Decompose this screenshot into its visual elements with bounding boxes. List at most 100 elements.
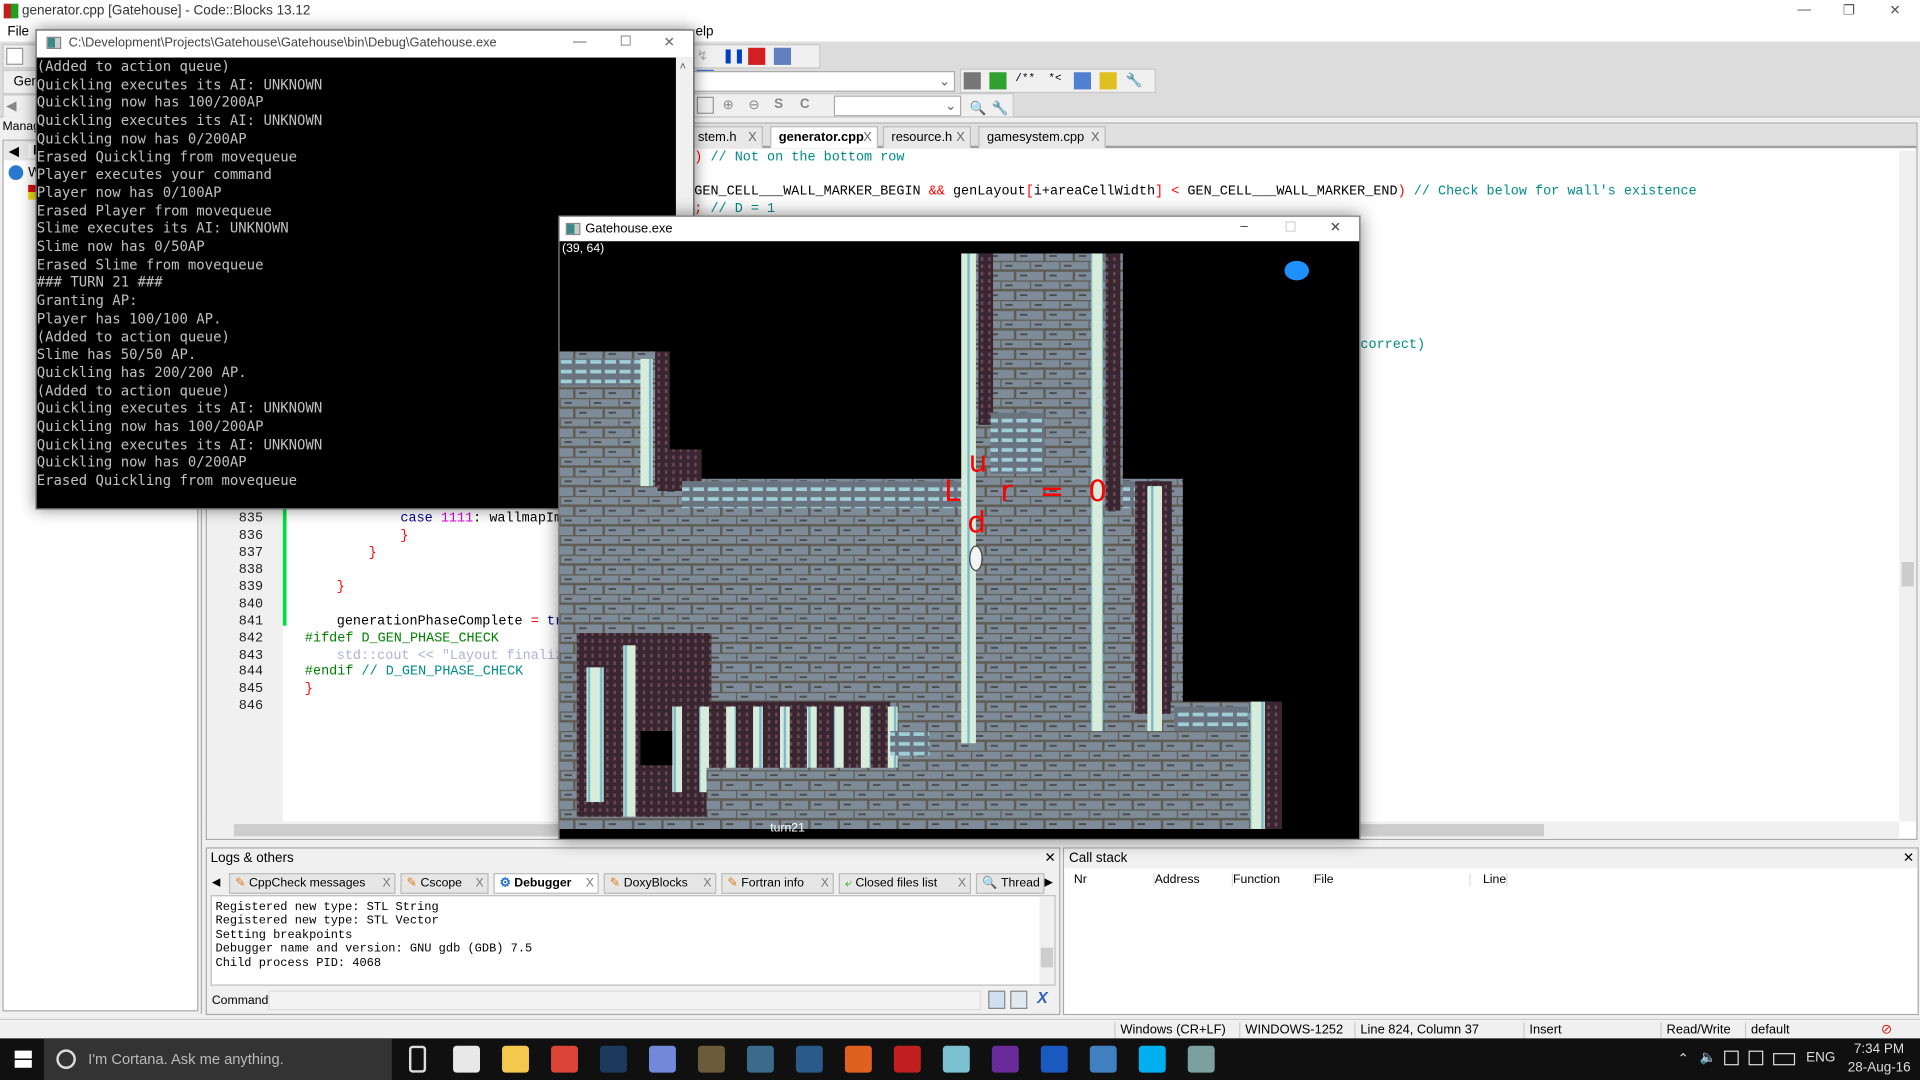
scroll-thumb[interactable] (1901, 562, 1914, 587)
keyboard-icon[interactable] (1773, 1053, 1796, 1066)
game-canvas[interactable] (559, 241, 1360, 841)
fit-icon[interactable] (696, 96, 714, 114)
column-header-address[interactable]: Address (1155, 873, 1234, 887)
malwarebytes-icon[interactable] (1040, 1045, 1068, 1073)
doxyblocks-icon[interactable] (963, 72, 981, 90)
show-hidden-icons[interactable]: ⌃ (1678, 1051, 1689, 1067)
run-doxywizard-icon[interactable] (989, 72, 1007, 90)
cortana-search[interactable]: I'm Cortana. Ask me anything. (44, 1038, 392, 1080)
load-script-icon[interactable] (1010, 990, 1028, 1009)
codeblocks-icon[interactable] (893, 1045, 921, 1073)
close-tab-icon[interactable]: X (958, 877, 966, 890)
console-maximize-button[interactable]: ☐ (620, 33, 632, 49)
tab-gamesystem-cpp[interactable]: gamesystem.cpp X (978, 126, 1106, 149)
logs-tab-cppcheck-messages[interactable]: ✎ CppCheck messages X (228, 873, 396, 894)
ide-title-bar[interactable]: generator.cpp [Gatehouse] - Code::Blocks… (0, 0, 1920, 23)
skype-icon[interactable] (1138, 1045, 1166, 1073)
column-header-nr[interactable]: Nr (1074, 873, 1155, 887)
game-title-bar[interactable]: Gatehouse.exe – ☐ ✕ (559, 216, 1360, 242)
game-close-button[interactable]: ✕ (1330, 219, 1341, 235)
discord-icon[interactable] (648, 1045, 676, 1073)
tabs-scroll-left[interactable]: ◀ (212, 876, 220, 889)
step-icon[interactable]: ↯ (697, 48, 714, 65)
logs-tab-fortran-info[interactable]: ✎ Fortran info X (721, 873, 834, 894)
visual-studio-icon[interactable] (795, 1045, 823, 1073)
volume-icon[interactable]: 🔈 (1700, 1049, 1717, 1066)
fire-app-icon[interactable] (844, 1045, 872, 1073)
clock-date[interactable]: 28-Aug-16 (1848, 1060, 1911, 1075)
minimize-button[interactable]: — (1798, 2, 1811, 17)
scroll-up-icon[interactable]: ˄ (680, 60, 686, 72)
logs-tab-debugger[interactable]: ⚙ Debugger X (493, 873, 599, 894)
send-command-icon[interactable] (988, 990, 1006, 1009)
back-arrow-icon[interactable]: ◀ (6, 98, 23, 115)
action-center-icon[interactable] (1748, 1050, 1764, 1066)
game-minimize-button[interactable]: – (1240, 219, 1248, 234)
wrench-icon[interactable]: 🔧 (1126, 72, 1143, 89)
vertical-scrollbar[interactable] (1899, 150, 1917, 822)
computer-icon[interactable] (1089, 1045, 1117, 1073)
wrench-red-icon[interactable]: 🔧 (992, 100, 1009, 117)
line-comment-icon[interactable]: *< (1048, 72, 1065, 89)
close-tab-icon[interactable]: X (821, 877, 829, 890)
task-view-icon[interactable] (408, 1045, 427, 1073)
close-tab-icon[interactable]: X (476, 877, 484, 890)
close-tab-icon[interactable]: X (863, 130, 872, 145)
language-indicator[interactable]: ENG (1806, 1051, 1835, 1066)
notepad-icon[interactable] (942, 1045, 970, 1073)
start-button[interactable] (14, 1050, 32, 1068)
block-comment-icon[interactable]: /** (1015, 72, 1039, 89)
pause-icon[interactable]: ❚❚ (723, 48, 746, 65)
close-tab-icon[interactable]: X (1091, 130, 1100, 145)
console-close-button[interactable]: ✕ (664, 34, 675, 51)
find-icon[interactable]: 🔍 (970, 100, 987, 117)
logs-tab-cscope[interactable]: ✎ Cscope X (400, 873, 489, 894)
zoom-out-icon[interactable]: ⊖ (748, 97, 765, 114)
menu-file[interactable]: File (7, 24, 29, 39)
chrome-icon[interactable] (551, 1045, 578, 1073)
tab-stem-h[interactable]: stem.h X (689, 126, 763, 149)
clear-command-icon[interactable]: X (1037, 988, 1048, 1006)
game-maximize-button[interactable]: ☐ (1284, 219, 1296, 235)
game-shield-icon[interactable] (697, 1045, 725, 1073)
calculator-icon[interactable] (453, 1045, 481, 1073)
help-icon[interactable] (1099, 72, 1118, 90)
column-header-line[interactable]: Line (1471, 873, 1508, 887)
zoom-in-icon[interactable]: ⊕ (723, 97, 740, 114)
purple-app-icon[interactable] (991, 1045, 1019, 1073)
steam-icon[interactable] (600, 1045, 627, 1073)
log-scroll-thumb[interactable] (1040, 947, 1054, 968)
column-header-file[interactable]: File (1314, 873, 1471, 887)
close-tab-icon[interactable]: X (748, 130, 757, 145)
s-icon[interactable]: S (774, 97, 791, 114)
close-tab-icon[interactable]: X (382, 877, 390, 890)
logs-tab-thread-s[interactable]: 🔍 Thread s (975, 873, 1045, 894)
app-blue-head-icon[interactable] (746, 1045, 774, 1073)
game-window[interactable]: Gatehouse.exe – ☐ ✕ (39, 64) turn21 u L … (558, 215, 1361, 841)
network-icon[interactable] (1724, 1050, 1739, 1066)
tabs-scroll-right[interactable]: ▶ (1044, 876, 1052, 889)
logs-tab-closed-files-list[interactable]: ⤶ Closed files list X (838, 873, 972, 894)
html-icon[interactable] (1074, 72, 1092, 90)
debugger-log[interactable]: Registered new type: STL String Registere… (210, 895, 1056, 986)
gatehouse-app-icon[interactable] (1187, 1045, 1215, 1073)
console-minimize-button[interactable]: — (573, 34, 586, 49)
code-completion-select[interactable]: ⌄ (693, 71, 956, 92)
close-logs-button[interactable]: ✕ (1044, 850, 1055, 866)
restore-button[interactable]: ❐ (1843, 2, 1855, 19)
close-call-stack-button[interactable]: ✕ (1903, 850, 1914, 866)
log-scrollbar[interactable] (1039, 896, 1055, 985)
menu-help[interactable]: elp (696, 24, 714, 39)
stop-debug-icon[interactable] (748, 47, 766, 65)
close-tab-icon[interactable]: X (586, 877, 594, 890)
close-tab-icon[interactable]: X (703, 877, 711, 890)
c-icon[interactable]: C (800, 97, 817, 114)
debug-windows-icon[interactable] (774, 47, 792, 65)
tab-generator-cpp[interactable]: generator.cpp X (770, 126, 878, 149)
file-explorer-icon[interactable] (502, 1045, 529, 1073)
close-tab-icon[interactable]: X (956, 130, 965, 145)
spellcheck-icon[interactable]: ⊘ (1881, 1021, 1892, 1037)
logs-tab-doxyblocks[interactable]: ✎ DoxyBlocks X (603, 873, 717, 894)
close-button[interactable]: ✕ (1889, 2, 1900, 19)
clock-time[interactable]: 7:34 PM (1854, 1042, 1904, 1057)
